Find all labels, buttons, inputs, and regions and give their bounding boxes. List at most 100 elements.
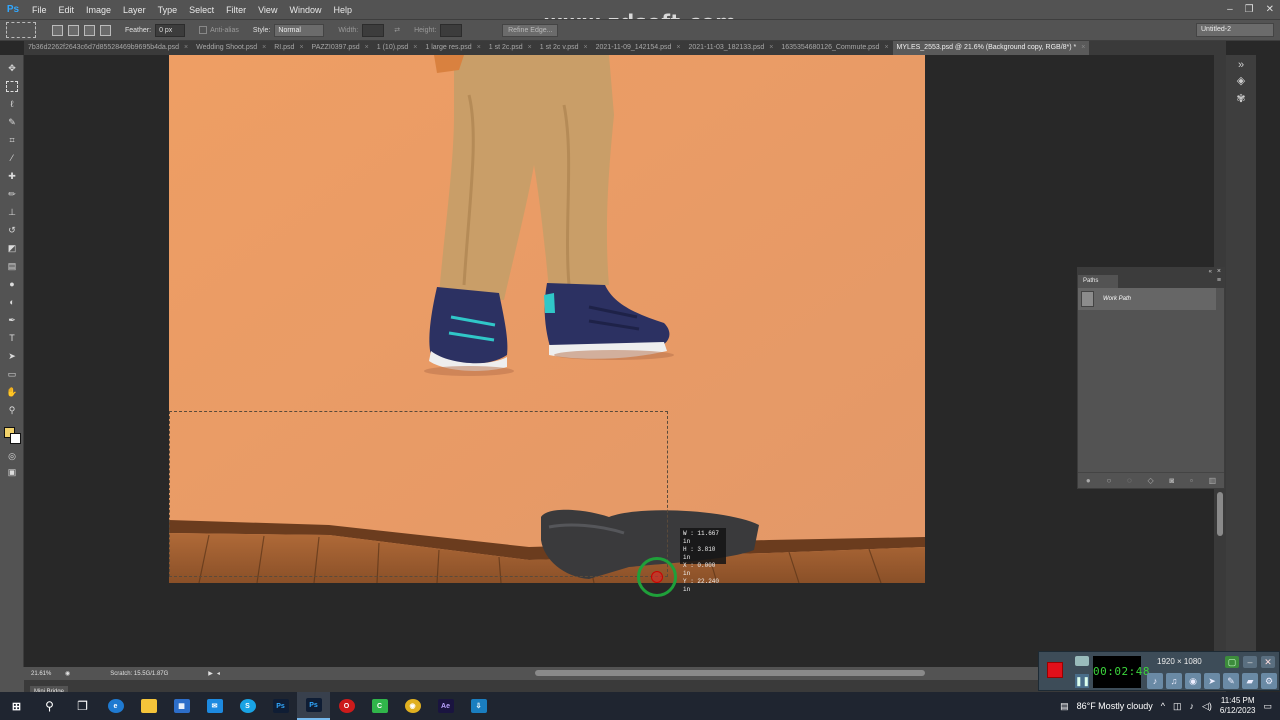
zoom-tool-icon[interactable]: ⚲ [6, 405, 18, 416]
taskbar-explorer[interactable] [132, 692, 165, 720]
taskbar-photoshop-1[interactable]: Ps [264, 692, 297, 720]
menu-file[interactable]: File [26, 5, 53, 15]
camera-icon[interactable] [1075, 656, 1089, 666]
taskbar-edge[interactable]: e [99, 692, 132, 720]
tab-paths[interactable]: Paths [1078, 275, 1118, 288]
stroke-path-icon[interactable]: ○ [1106, 476, 1111, 485]
panel-menu-icon[interactable]: ≡ [1217, 277, 1221, 284]
tab-close-icon[interactable]: × [1081, 41, 1085, 55]
add-mask-icon[interactable]: ◙ [1169, 476, 1174, 485]
menu-type[interactable]: Type [152, 5, 184, 15]
tab-document[interactable]: 1635354680126_Commute.psd × [777, 41, 892, 55]
horizontal-scroll-thumb[interactable] [535, 670, 925, 676]
path-selection-tool-icon[interactable]: ➤ [6, 351, 18, 362]
tab-document[interactable]: 1 st 2c.psd × [485, 41, 536, 55]
gradient-tool-icon[interactable]: ▤ [6, 261, 18, 272]
menu-select[interactable]: Select [183, 5, 220, 15]
tab-document[interactable]: PAZZI0397.psd × [308, 41, 373, 55]
network-icon[interactable]: ◫ [1173, 701, 1182, 712]
microphone-icon[interactable]: ♫ [1166, 673, 1182, 689]
start-button[interactable]: ⊞ [0, 692, 33, 720]
tab-document-active[interactable]: MYLES_2553.psd @ 21.6% (Background copy,… [892, 41, 1090, 55]
make-work-path-icon[interactable]: ◇ [1148, 476, 1154, 485]
folder-icon[interactable]: ▰ [1242, 673, 1258, 689]
clock[interactable]: 11:45 PM 6/12/2023 [1220, 696, 1256, 716]
tab-document[interactable]: Wedding Shoot.psd × [192, 41, 270, 55]
mic-tray-icon[interactable]: ♪ [1189, 701, 1194, 711]
close-button[interactable]: ✕ [1266, 4, 1274, 15]
taskbar-skype[interactable]: S [231, 692, 264, 720]
menu-layer[interactable]: Layer [117, 5, 152, 15]
webcam-icon[interactable]: ◉ [1185, 673, 1201, 689]
layers-panel-icon[interactable]: ◈ [1234, 75, 1248, 88]
tab-document[interactable]: 1 st 2c v.psd × [536, 41, 592, 55]
brush-tool-icon[interactable]: ✏ [6, 189, 18, 200]
tab-document[interactable]: RI.psd × [270, 41, 307, 55]
clone-stamp-tool-icon[interactable]: ⊥ [6, 207, 18, 218]
search-button[interactable]: ⚲ [33, 692, 66, 720]
recorder-close-icon[interactable]: ✕ [1261, 656, 1275, 668]
add-selection-icon[interactable] [68, 24, 79, 36]
style-select[interactable]: Normal [274, 23, 325, 37]
new-path-icon[interactable]: ▫ [1190, 476, 1193, 485]
weather-text[interactable]: 86°F Mostly cloudy [1077, 701, 1153, 711]
taskbar-installer[interactable]: ⇩ [462, 692, 495, 720]
background-color-swatch[interactable] [10, 433, 21, 444]
taskbar-mail[interactable]: ✉ [198, 692, 231, 720]
dodge-tool-icon[interactable]: ◐ [6, 297, 18, 308]
hand-tool-icon[interactable]: ✋ [6, 387, 18, 398]
taskbar-opera[interactable]: O [330, 692, 363, 720]
taskbar-camtasia[interactable]: C [363, 692, 396, 720]
move-tool-icon[interactable]: ✥ [6, 63, 18, 74]
width-input[interactable] [362, 23, 385, 37]
crop-tool-icon[interactable]: ⌗ [6, 135, 18, 146]
cursor-icon[interactable]: ➤ [1204, 673, 1220, 689]
menu-edit[interactable]: Edit [53, 5, 81, 15]
tab-close-icon[interactable]: × [365, 41, 369, 55]
tab-close-icon[interactable]: × [477, 41, 481, 55]
eyedropper-tool-icon[interactable]: ⁄ [6, 153, 18, 164]
tab-close-icon[interactable]: × [528, 41, 532, 55]
tab-close-icon[interactable]: × [884, 41, 888, 55]
history-brush-tool-icon[interactable]: ↺ [6, 225, 18, 236]
tab-close-icon[interactable]: × [584, 41, 588, 55]
tab-close-icon[interactable]: × [184, 41, 188, 55]
marquee-tool-icon[interactable] [6, 81, 18, 92]
volume-icon[interactable]: ◁) [1202, 701, 1212, 712]
tab-close-icon[interactable]: × [262, 41, 266, 55]
new-selection-icon[interactable] [52, 24, 63, 36]
record-stop-button[interactable] [1047, 662, 1063, 678]
taskbar-chrome[interactable]: ◉ [396, 692, 429, 720]
pause-button[interactable]: ❚❚ [1075, 674, 1090, 688]
close-panel-icon[interactable]: × [1217, 268, 1221, 275]
screen-mode-icon[interactable]: ▣ [6, 467, 18, 478]
intersect-selection-icon[interactable] [100, 24, 111, 36]
tab-document[interactable]: 2021-11-09_142154.psd × [592, 41, 685, 55]
load-selection-icon[interactable]: ◌ [1127, 476, 1132, 485]
swap-icon[interactable]: ⇄ [394, 26, 400, 34]
eraser-tool-icon[interactable]: ◩ [6, 243, 18, 254]
tab-document[interactable]: 1 (10).psd × [373, 41, 422, 55]
pen-icon[interactable]: ✎ [1223, 673, 1239, 689]
scroll-left-icon[interactable]: ◂ [217, 670, 220, 677]
recorder-minimize-icon[interactable]: – [1243, 656, 1257, 668]
tab-close-icon[interactable]: × [769, 41, 773, 55]
menu-filter[interactable]: Filter [220, 5, 252, 15]
delete-path-icon[interactable]: ▥ [1209, 476, 1217, 485]
minimize-button[interactable]: – [1227, 4, 1233, 15]
tab-document[interactable]: 2021-11-03_182133.psd × [685, 41, 778, 55]
quick-mask-icon[interactable]: ◎ [6, 451, 18, 462]
weather-icon[interactable]: ▤ [1060, 701, 1069, 712]
taskbar-photoshop-2[interactable]: Ps [297, 692, 330, 720]
quick-select-tool-icon[interactable]: ✎ [6, 117, 18, 128]
blur-tool-icon[interactable]: ● [6, 279, 18, 290]
speaker-icon[interactable]: ♪ [1147, 673, 1163, 689]
marquee-tool-preset-icon[interactable] [6, 22, 36, 38]
status-info-icon[interactable]: ◉ [65, 670, 70, 677]
menu-help[interactable]: Help [327, 5, 358, 15]
height-input[interactable] [440, 23, 463, 37]
vertical-scroll-thumb[interactable] [1217, 492, 1223, 536]
tab-close-icon[interactable]: × [676, 41, 680, 55]
fill-path-icon[interactable]: ● [1086, 476, 1091, 485]
tab-document[interactable]: 7b36d2262f2643c6d7d85528469b9695b4da.psd… [24, 41, 192, 55]
